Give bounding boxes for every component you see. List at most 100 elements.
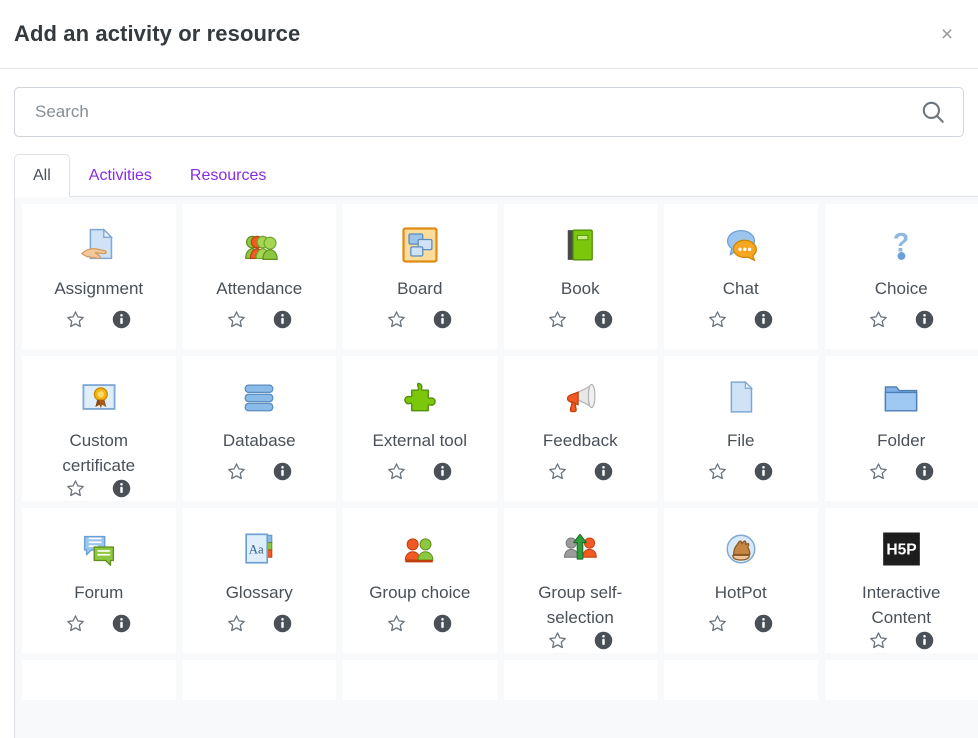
star-outline-icon[interactable]: [226, 461, 247, 482]
star-outline-icon[interactable]: [547, 630, 568, 651]
activity-tile[interactable]: [503, 660, 657, 701]
activity-tile-label: Chat: [722, 279, 759, 299]
close-icon[interactable]: ×: [934, 21, 960, 47]
tile-actions: [386, 309, 453, 330]
info-circle-icon[interactable]: [753, 309, 774, 330]
board-icon: [396, 221, 443, 268]
book-icon: [557, 221, 604, 268]
forum-icon: [75, 525, 122, 572]
tile-actions: [868, 309, 935, 330]
tab-all[interactable]: All: [14, 154, 70, 198]
h5p-icon: H5P: [878, 525, 925, 572]
activity-tile[interactable]: Assignment: [22, 204, 176, 350]
star-outline-icon[interactable]: [226, 613, 247, 634]
activity-tile[interactable]: [22, 660, 176, 701]
activity-tile[interactable]: Database: [182, 356, 336, 502]
tile-actions: [868, 630, 935, 651]
activity-tile[interactable]: Board: [343, 204, 497, 350]
star-outline-icon[interactable]: [386, 461, 407, 482]
star-outline-icon[interactable]: [547, 461, 568, 482]
search-box[interactable]: [14, 87, 964, 137]
activity-tile[interactable]: Feedback: [503, 356, 657, 502]
activity-tile[interactable]: HotPot: [664, 508, 818, 654]
tab-resources[interactable]: Resources: [171, 154, 285, 196]
star-outline-icon[interactable]: [868, 309, 889, 330]
activity-tile-label: Database: [222, 431, 296, 451]
star-outline-icon[interactable]: [65, 613, 86, 634]
activity-tile[interactable]: Group choice: [343, 508, 497, 654]
custom-certificate-icon: [75, 373, 122, 420]
activity-tile[interactable]: Aa Glossary: [182, 508, 336, 654]
info-circle-icon[interactable]: [593, 630, 614, 651]
external-tool-icon: [396, 373, 443, 420]
activity-tile-label: Choice: [874, 279, 928, 299]
activity-tile[interactable]: Chat: [664, 204, 818, 350]
activity-tile[interactable]: Folder: [824, 356, 978, 502]
info-circle-icon[interactable]: [272, 613, 293, 634]
star-outline-icon[interactable]: [226, 309, 247, 330]
group-choice-icon: [396, 525, 443, 572]
info-circle-icon[interactable]: [753, 613, 774, 634]
activity-grid-area: Assignment Attendance Board Book Chat ? …: [14, 196, 978, 738]
activity-tile-label: Assignment: [54, 279, 144, 299]
attendance-icon: [236, 221, 283, 268]
info-circle-icon[interactable]: [914, 630, 935, 651]
activity-tile-label: Forum: [74, 583, 124, 603]
activity-tile[interactable]: [182, 660, 336, 701]
tile-actions: [386, 461, 453, 482]
activity-tile[interactable]: [343, 660, 497, 701]
activity-tile-label: Glossary: [225, 583, 293, 603]
star-outline-icon[interactable]: [386, 613, 407, 634]
tile-actions: [707, 309, 774, 330]
star-outline-icon[interactable]: [386, 309, 407, 330]
activity-tile-label: Custom certificate: [62, 431, 136, 475]
info-circle-icon[interactable]: [272, 461, 293, 482]
activity-tile[interactable]: [824, 660, 978, 701]
info-circle-icon[interactable]: [914, 309, 935, 330]
activity-tile[interactable]: Custom certificate: [22, 356, 176, 502]
search-input[interactable]: [15, 88, 963, 136]
tile-actions: [65, 309, 132, 330]
activity-tile[interactable]: File: [664, 356, 818, 502]
info-circle-icon[interactable]: [111, 478, 132, 499]
activity-tile-label: Book: [560, 279, 600, 299]
tile-actions: [226, 613, 293, 634]
star-outline-icon[interactable]: [547, 309, 568, 330]
star-outline-icon[interactable]: [65, 478, 86, 499]
activity-tile[interactable]: ? Choice: [824, 204, 978, 350]
activity-tile-label: Board: [397, 279, 443, 299]
star-outline-icon[interactable]: [868, 630, 889, 651]
star-outline-icon[interactable]: [868, 461, 889, 482]
star-outline-icon[interactable]: [707, 309, 728, 330]
info-circle-icon[interactable]: [432, 461, 453, 482]
info-circle-icon[interactable]: [111, 613, 132, 634]
svg-text:H5P: H5P: [886, 541, 916, 558]
tile-actions: [707, 461, 774, 482]
activity-tile[interactable]: Attendance: [182, 204, 336, 350]
activity-tile-label: Group self-selection: [538, 583, 623, 627]
tile-actions: [226, 309, 293, 330]
info-circle-icon[interactable]: [432, 309, 453, 330]
activity-tile[interactable]: Forum: [22, 508, 176, 654]
star-outline-icon[interactable]: [707, 613, 728, 634]
tab-activities[interactable]: Activities: [70, 154, 171, 196]
info-circle-icon[interactable]: [272, 309, 293, 330]
activity-tile[interactable]: [664, 660, 818, 701]
info-circle-icon[interactable]: [593, 309, 614, 330]
glossary-icon: Aa: [236, 525, 283, 572]
activity-tile-label: File: [727, 431, 755, 451]
info-circle-icon[interactable]: [753, 461, 774, 482]
tile-actions: [547, 630, 614, 651]
star-outline-icon[interactable]: [65, 309, 86, 330]
chat-icon: [717, 221, 764, 268]
activity-tile[interactable]: Book: [503, 204, 657, 350]
activity-tile[interactable]: External tool: [343, 356, 497, 502]
activity-tile[interactable]: Group self-selection: [503, 508, 657, 654]
info-circle-icon[interactable]: [593, 461, 614, 482]
info-circle-icon[interactable]: [111, 309, 132, 330]
database-icon: [236, 373, 283, 420]
info-circle-icon[interactable]: [432, 613, 453, 634]
info-circle-icon[interactable]: [914, 461, 935, 482]
activity-tile[interactable]: H5P Interactive Content: [824, 508, 978, 654]
star-outline-icon[interactable]: [707, 461, 728, 482]
